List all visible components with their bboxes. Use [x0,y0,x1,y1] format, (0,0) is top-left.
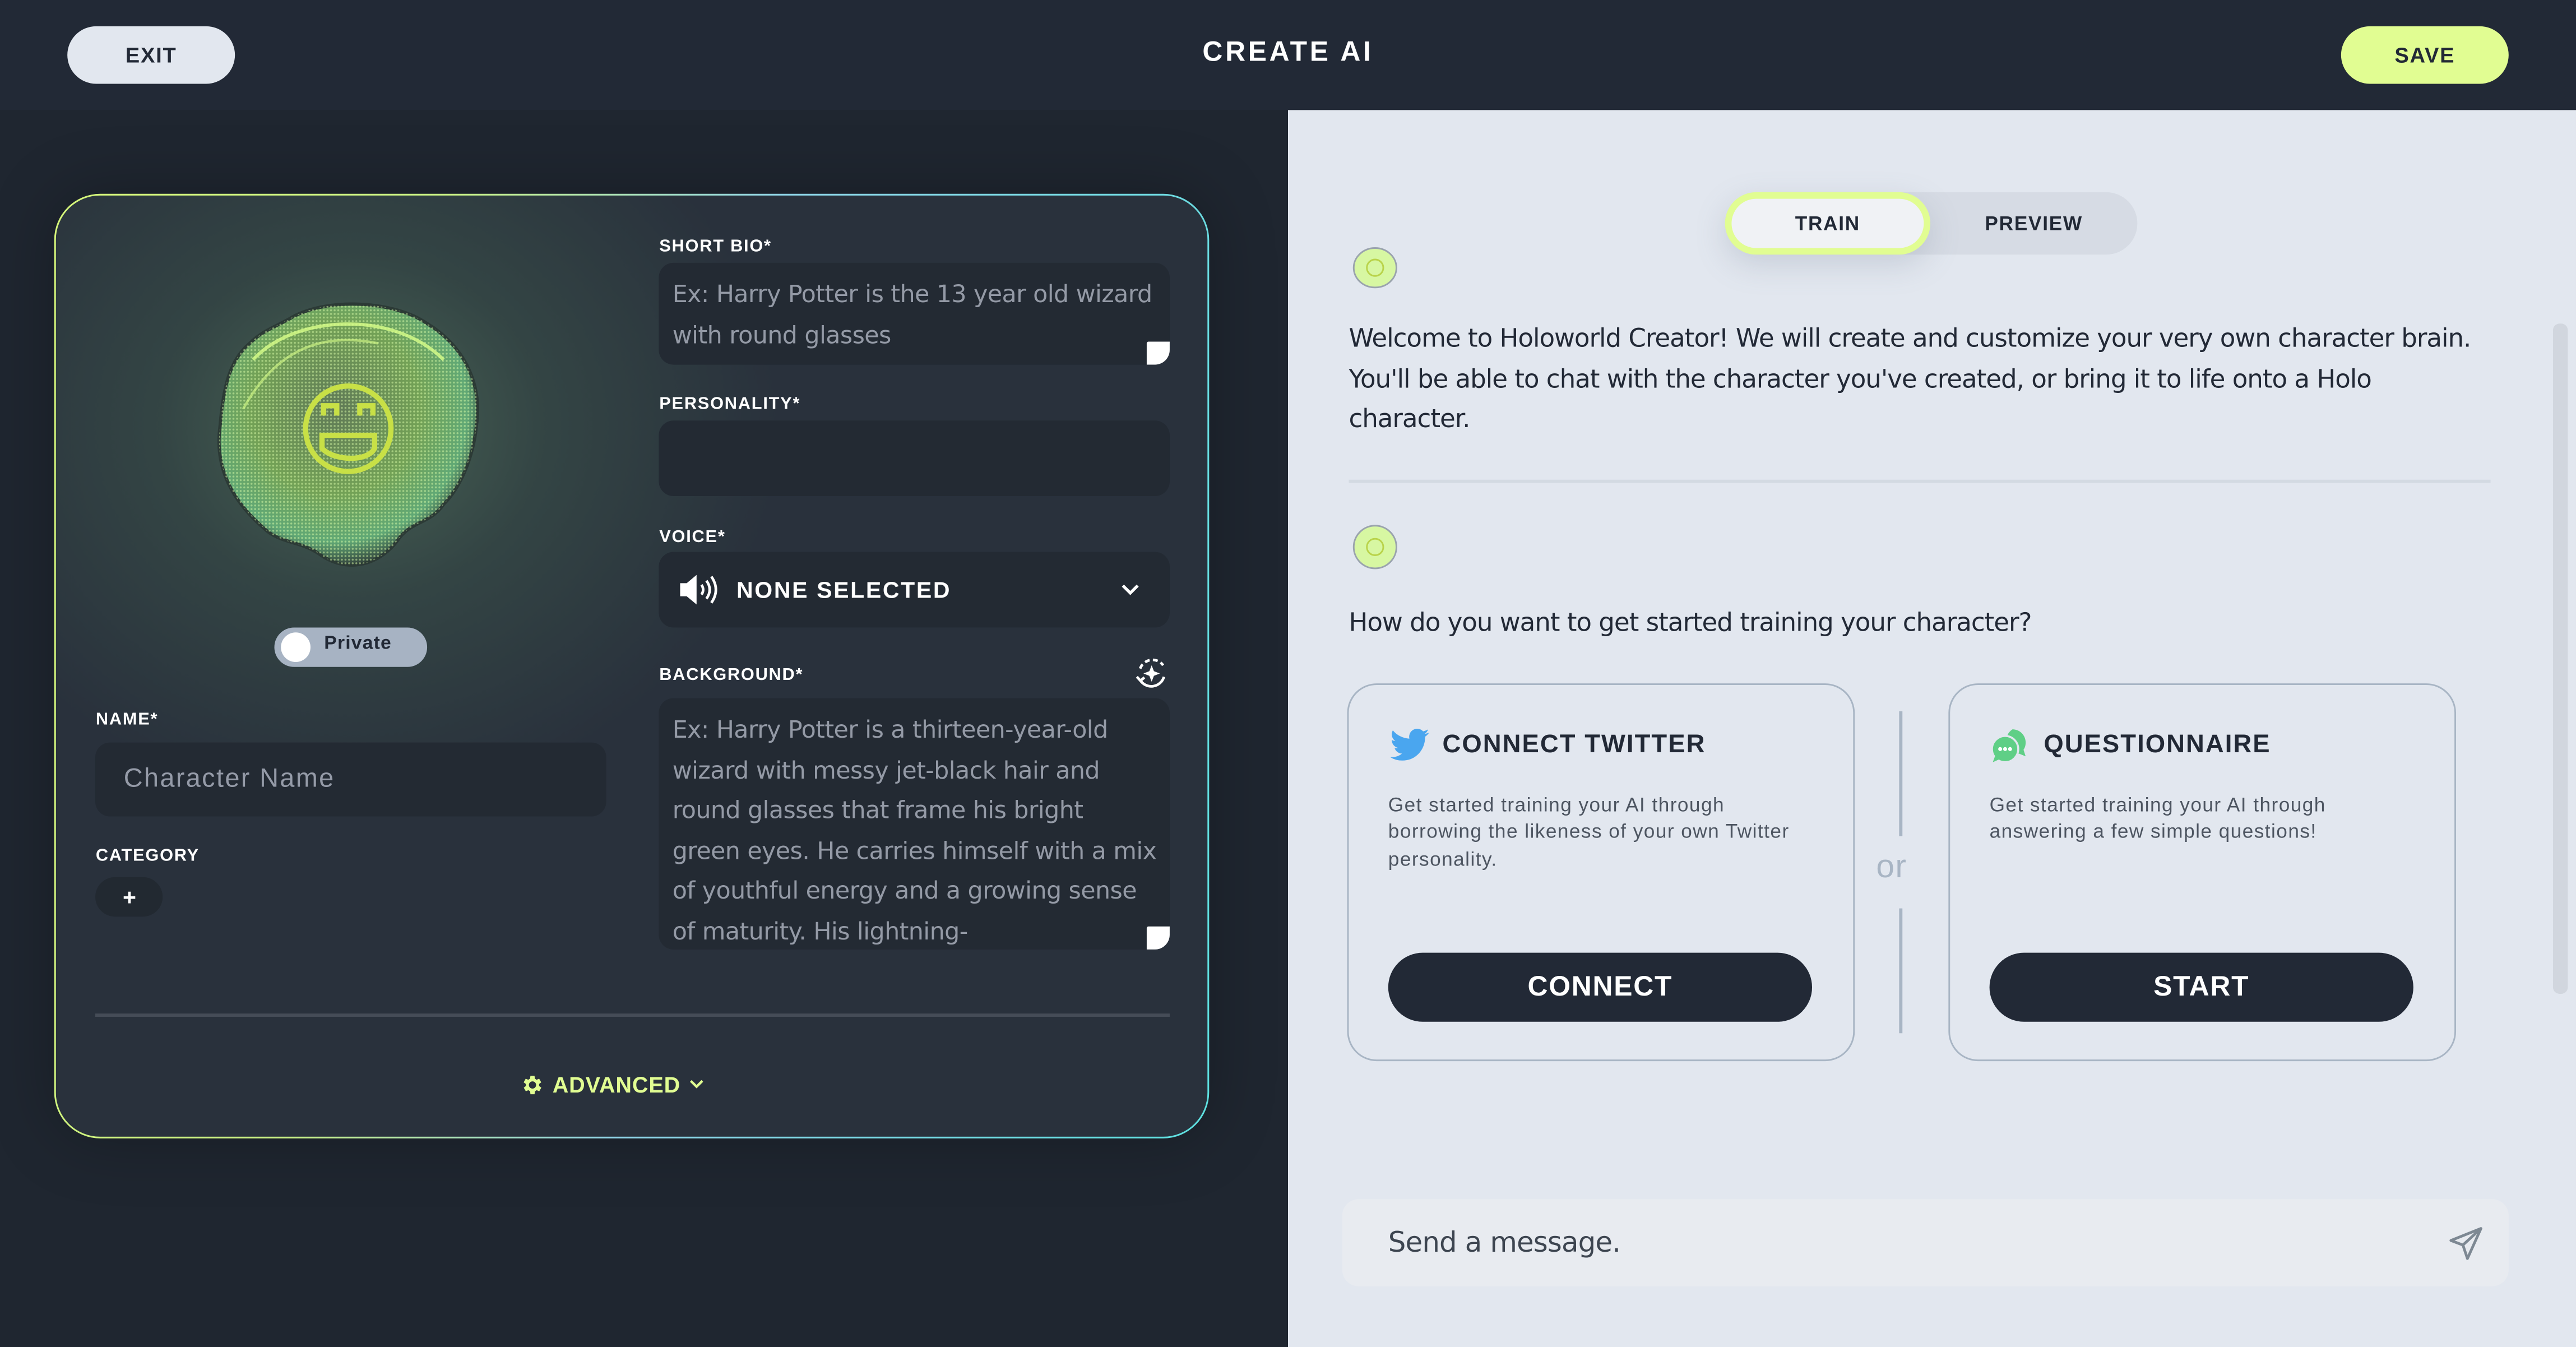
option-description: Get started training your AI through bor… [1388,793,1790,870]
speaker-icon [680,575,718,605]
training-pane: TRAIN PREVIEW Welcome to Holoworld Creat… [1287,110,2576,1347]
message-divider [1349,479,2491,483]
chat-scrollbar[interactable] [2552,323,2568,994]
voice-label: VOICE* [659,527,726,548]
advanced-toggle[interactable]: ADVANCED [520,1070,705,1100]
chevron-down-icon [690,1080,704,1089]
separator-line [1899,908,1902,1034]
resize-handle[interactable] [1147,927,1170,950]
category-label: CATEGORY [95,846,200,867]
separator-or: or [1876,849,1907,886]
option-title: QUESTIONNAIRE [2044,731,2271,759]
connect-button[interactable]: CONNECT [1388,952,1813,1022]
connect-twitter-card: CONNECT TWITTER Get started training you… [1347,683,1855,1062]
character-name-input[interactable] [95,743,607,817]
personality-label: PERSONALITY* [659,395,801,415]
character-form-pane: Private NAME* CATEGORY + SHORT BIO* Ex: … [0,110,1288,1347]
top-bar: EXIT CREATE AI SAVE [0,0,2576,110]
add-category-button[interactable]: + [95,877,164,918]
send-icon[interactable] [2448,1225,2484,1261]
divider [95,1013,1170,1017]
short-bio-placeholder: Ex: Harry Potter is the 13 year old wiza… [672,281,1152,350]
message-input[interactable] [1342,1199,2410,1286]
short-bio-label: SHORT BIO* [659,237,772,257]
assistant-message: How do you want to get started training … [1349,608,2032,638]
separator-line [1899,711,1902,836]
option-title: CONNECT TWITTER [1442,731,1706,759]
message-composer [1342,1199,2509,1286]
toggle-knob [281,633,311,663]
tab-train[interactable]: TRAIN [1725,192,1931,255]
voice-select[interactable]: NONE SELECTED [659,552,1170,628]
resize-handle[interactable] [1147,342,1170,365]
personality-input[interactable] [659,421,1170,497]
assistant-avatar [1352,525,1397,570]
advanced-label: ADVANCED [552,1072,681,1097]
privacy-toggle-label: Private [324,635,392,655]
character-card: Private NAME* CATEGORY + SHORT BIO* Ex: … [54,193,1210,1138]
create-ai-page: EXIT CREATE AI SAVE Private NAME* Charac… [0,0,2576,1347]
page-title: CREATE AI [1202,36,1374,68]
chevron-down-icon [1122,585,1139,596]
assistant-message: Welcome to Holoworld Creator! We will cr… [1349,323,2471,434]
ai-regenerate-icon[interactable] [1134,656,1170,692]
privacy-toggle[interactable]: Private [275,628,428,668]
short-bio-textarea[interactable]: Ex: Harry Potter is the 13 year old wiza… [659,263,1170,365]
tab-preview[interactable]: PREVIEW [1930,192,2137,254]
background-placeholder: Ex: Harry Potter is a thirteen-year-old … [672,716,1157,946]
character-avatar[interactable] [214,294,484,570]
gear-icon [524,1075,542,1094]
mode-tabs: TRAIN PREVIEW [1725,192,2138,255]
voice-selected-value: NONE SELECTED [736,577,952,604]
name-label: NAME* [95,710,159,730]
option-description: Get started training your AI through ans… [1989,793,2326,844]
twitter-bird-icon [1389,729,1429,761]
chat-bubbles-icon [1991,729,2026,763]
start-button[interactable]: START [1989,952,2413,1022]
assistant-avatar [1352,247,1397,289]
character-card-body: Private NAME* CATEGORY + SHORT BIO* Ex: … [56,196,1207,1137]
questionnaire-card: QUESTIONNAIRE Get started training your … [1948,683,2457,1062]
background-textarea[interactable]: Ex: Harry Potter is a thirteen-year-old … [659,698,1170,950]
background-label: BACKGROUND* [659,665,804,686]
save-button[interactable]: SAVE [2341,26,2509,84]
